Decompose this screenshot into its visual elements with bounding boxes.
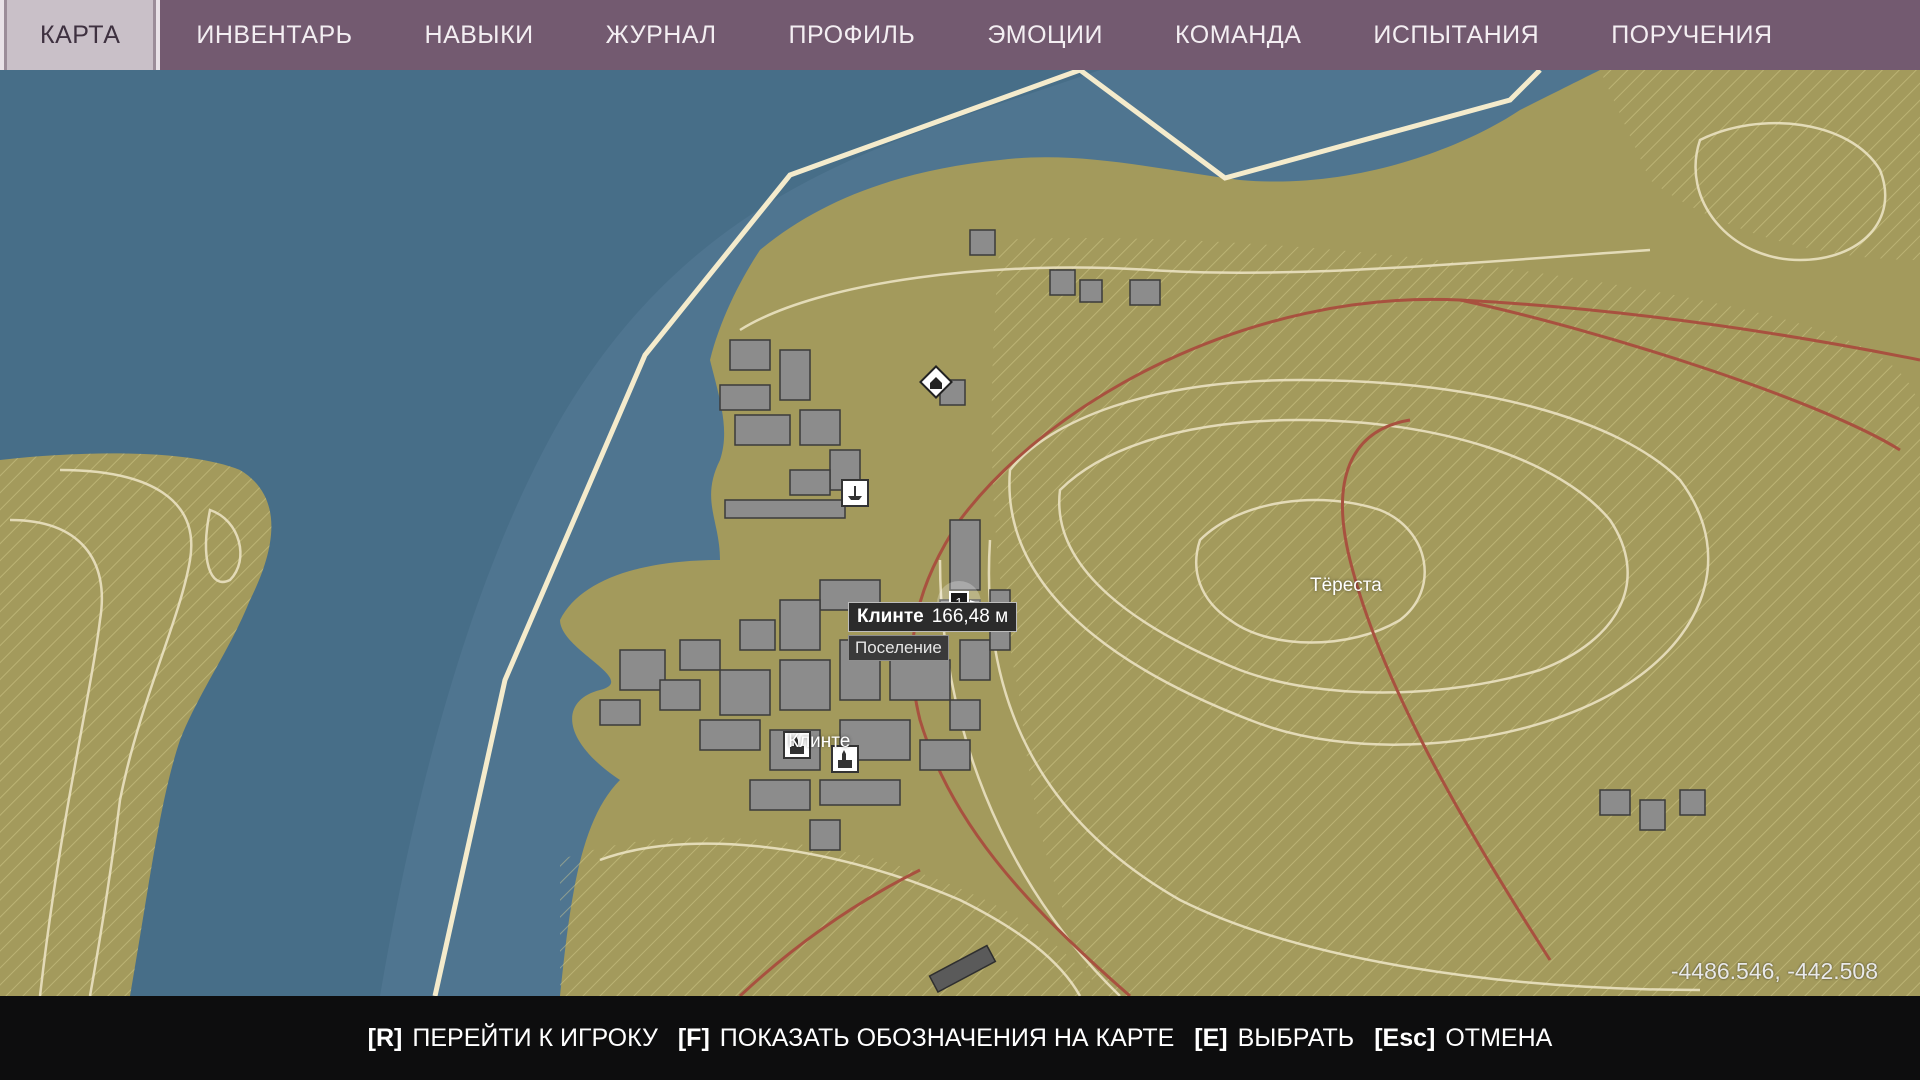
hint-key: [Esc]	[1374, 1023, 1436, 1052]
hint-key: [E]	[1194, 1023, 1228, 1052]
tab-challenges[interactable]: ИСПЫТАНИЯ	[1337, 0, 1575, 70]
tab-profile[interactable]: ПРОФИЛЬ	[752, 0, 951, 70]
harbor-icon[interactable]	[840, 478, 870, 508]
hint-label: ПОКАЗАТЬ ОБОЗНАЧЕНИЯ НА КАРТЕ	[719, 1023, 1175, 1052]
tab-skills[interactable]: НАВЫКИ	[389, 0, 570, 70]
select-hint[interactable]: [E] ВЫБРАТЬ	[1194, 1024, 1354, 1053]
hint-bar: [R] ПЕРЕЙТИ К ИГРОКУ [F] ПОКАЗАТЬ ОБОЗНА…	[0, 996, 1920, 1080]
tab-emotes[interactable]: ЭМОЦИИ	[951, 0, 1139, 70]
go-to-player-hint[interactable]: [R] ПЕРЕЙТИ К ИГРОКУ	[368, 1024, 658, 1053]
tooltip-type: Поселение	[848, 635, 949, 661]
show-legend-hint[interactable]: [F] ПОКАЗАТЬ ОБОЗНАЧЕНИЯ НА КАРТЕ	[678, 1024, 1174, 1053]
tab-map[interactable]: КАРТА	[0, 0, 161, 70]
map-terrain	[0, 70, 1920, 996]
hint-key: [R]	[367, 1023, 403, 1052]
hint-label: ПЕРЕЙТИ К ИГРОКУ	[412, 1023, 658, 1052]
hint-key: [F]	[677, 1023, 710, 1052]
tab-inventory[interactable]: ИНВЕНТАРЬ	[160, 0, 388, 70]
tooltip-name: Клинте	[857, 606, 924, 627]
hint-label: ОТМЕНА	[1445, 1023, 1553, 1052]
town-label: Клинте	[788, 731, 851, 752]
top-navigation: КАРТА ИНВЕНТАРЬ НАВЫКИ ЖУРНАЛ ПРОФИЛЬ ЭМ…	[0, 0, 1920, 70]
tab-journal[interactable]: ЖУРНАЛ	[570, 0, 753, 70]
coordinates-readout: -4486.546, -442.508	[1670, 958, 1878, 984]
tooltip-distance: 166,48 м	[931, 606, 1009, 627]
region-label: Тёреста	[1310, 575, 1382, 596]
tooltip-header: Клинте 166,48 м	[848, 602, 1018, 632]
hint-label: ВЫБРАТЬ	[1237, 1023, 1355, 1052]
tab-team[interactable]: КОМАНДА	[1139, 0, 1337, 70]
tab-assignments[interactable]: ПОРУЧЕНИЯ	[1575, 0, 1808, 70]
location-tooltip: Клинте 166,48 м Поселение	[848, 602, 1018, 661]
cancel-hint[interactable]: [Esc] ОТМЕНА	[1374, 1024, 1552, 1053]
world-map[interactable]: 1 Клинте Тёреста Клинте166,48 м Поселени…	[0, 70, 1920, 996]
home-icon[interactable]	[919, 365, 953, 399]
